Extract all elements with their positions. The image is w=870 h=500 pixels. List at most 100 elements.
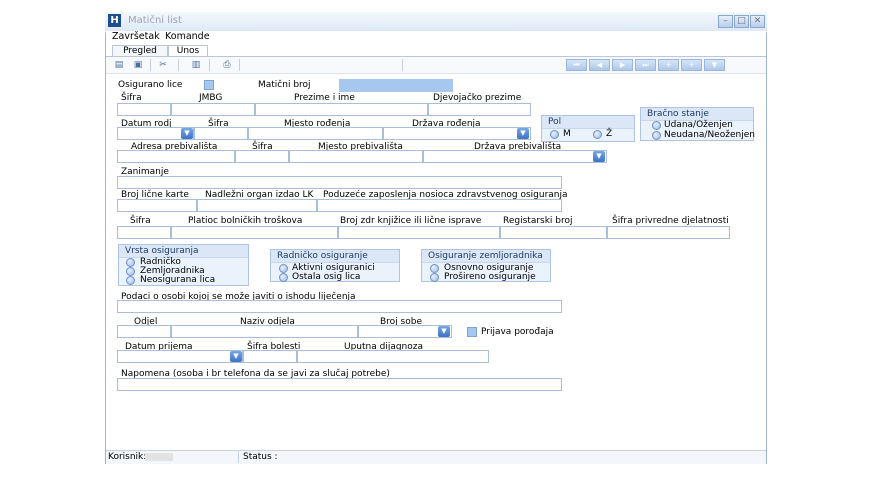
radio-icon[interactable] [593, 130, 602, 139]
minimize-button[interactable]: – [718, 15, 733, 28]
radio-icon[interactable] [550, 130, 559, 139]
chevron-down-icon[interactable]: ▼ [438, 326, 450, 337]
korisnik-label: Korisnik: [108, 452, 147, 462]
poduzece-field[interactable] [317, 199, 562, 212]
neosigurana-label: Neosigurana lica [140, 275, 216, 285]
nav-more-button[interactable]: ▼ [704, 59, 725, 71]
title-bar[interactable] [105, 12, 767, 33]
nav-first-button[interactable]: ⏮ [566, 59, 587, 71]
radio-icon[interactable] [279, 264, 288, 273]
radio-icon[interactable] [126, 267, 135, 276]
sifra-field[interactable] [117, 103, 171, 116]
platioc-field[interactable] [171, 226, 338, 239]
broj-zdr-field[interactable] [338, 226, 500, 239]
adresa-field[interactable] [117, 150, 235, 163]
radio-icon[interactable] [652, 131, 661, 140]
pol-title: Pol [542, 116, 634, 129]
broj-lk-field[interactable] [117, 199, 197, 212]
save-icon[interactable]: ▣ [133, 60, 143, 70]
radio-icon[interactable] [652, 121, 661, 130]
pol-m-label: M [563, 129, 571, 139]
djevojacko-field[interactable] [428, 103, 531, 116]
radio-icon[interactable] [279, 273, 288, 282]
close-button[interactable]: ✕ [750, 15, 765, 28]
sifra-djel-field[interactable] [607, 226, 730, 239]
sifra6-field[interactable] [117, 226, 171, 239]
odjel-field[interactable] [117, 325, 171, 338]
menu-komande[interactable]: Komande [165, 31, 210, 42]
sifra6-label: Šifra [130, 216, 151, 226]
app-logo-icon: H [108, 14, 121, 27]
toolbar-separator [239, 59, 240, 71]
datum-prijema-field[interactable] [117, 350, 243, 363]
cut-icon[interactable]: ✂ [158, 60, 168, 70]
osigurano-lice-checkbox[interactable] [204, 80, 214, 90]
korisnik-value [145, 453, 173, 461]
status-bar [106, 450, 766, 464]
sifra-label: Šifra [121, 93, 142, 103]
osigurano-lice-label: Osigurano lice [118, 80, 183, 90]
tab-pregled[interactable]: Pregled [112, 45, 168, 56]
osiguranje-zemljoradnika-title: Osiguranje zemljoradnika [422, 250, 550, 263]
toolbar-separator [402, 59, 403, 71]
chevron-down-icon[interactable]: ▼ [181, 128, 193, 139]
radio-icon[interactable] [430, 264, 439, 273]
broj-zdr-label: Broj zdr knjižice ili lične isprave [340, 216, 482, 226]
napomena-field[interactable] [117, 378, 562, 391]
prijava-porodaja-checkbox[interactable] [467, 327, 477, 337]
uputna-field[interactable] [297, 350, 489, 363]
naziv-odjela-field[interactable] [171, 325, 358, 338]
sifra3-field[interactable] [235, 150, 289, 163]
status-label: Status : [243, 452, 278, 462]
zanimanje-field[interactable] [117, 176, 562, 189]
toolbar-separator [178, 59, 179, 71]
drzava-rodjenja-field[interactable] [383, 127, 531, 140]
radio-icon[interactable] [126, 276, 135, 285]
nav-last-button[interactable]: ⏭ [635, 59, 656, 71]
platioc-label: Platioc bolničkih troškova [188, 216, 303, 226]
ostala-label: Ostala osig lica [292, 272, 361, 282]
podaci-field[interactable] [117, 300, 562, 313]
vrsta-osiguranja-title: Vrsta osiguranja [119, 245, 248, 258]
nav-prev-button[interactable]: ◀ [589, 59, 610, 71]
prezime-ime-label: Prezime i ime [294, 93, 355, 103]
registarski-label: Registarski broj [503, 216, 573, 226]
window-title: Matični list [128, 15, 182, 26]
udana-label: Udana/Oženjen [664, 120, 733, 130]
nav-insert-button[interactable]: + [681, 59, 702, 71]
radnicko-osiguranje-title: Radničko osiguranje [271, 250, 399, 263]
radio-icon[interactable] [126, 258, 135, 267]
maximize-button[interactable]: □ [734, 15, 749, 28]
print-icon[interactable]: ⎙ [222, 60, 232, 70]
delete-icon[interactable]: ▥ [191, 60, 201, 70]
maticni-broj-label: Matični broj [258, 80, 311, 90]
djevojacko-label: Djevojačko prezime [433, 93, 522, 103]
new-icon[interactable]: ▤ [114, 60, 124, 70]
nav-add-button[interactable]: + [658, 59, 679, 71]
menu-zavrsetak[interactable]: Završetak [112, 31, 160, 42]
maticni-broj-field[interactable] [339, 79, 453, 92]
mjesto-prebivalista-field[interactable] [289, 150, 423, 163]
nadlezni-field[interactable] [197, 199, 317, 212]
status-divider [238, 451, 239, 463]
drzava-prebivalista-field[interactable] [423, 150, 607, 163]
tab-unos[interactable]: Unos [168, 45, 208, 56]
chevron-down-icon[interactable]: ▼ [230, 351, 242, 362]
jmbg-label: JMBG [199, 93, 223, 103]
radio-icon[interactable] [430, 273, 439, 282]
pol-z-label: Ž [606, 129, 613, 139]
sifra-bolesti-field[interactable] [243, 350, 297, 363]
jmbg-field[interactable] [171, 103, 255, 116]
prosireno-label: Prošireno osiguranje [444, 272, 536, 282]
nav-next-button[interactable]: ▶ [612, 59, 633, 71]
mjesto-rodjenja-field[interactable] [248, 127, 383, 140]
toolbar-separator [150, 59, 151, 71]
registarski-field[interactable] [500, 226, 607, 239]
prijava-porodaja-label: Prijava porođaja [481, 327, 554, 337]
toolbar-separator [209, 59, 210, 71]
chevron-down-icon[interactable]: ▼ [593, 151, 605, 162]
prezime-ime-field[interactable] [255, 103, 428, 116]
sifra2-field[interactable] [194, 127, 248, 140]
chevron-down-icon[interactable]: ▼ [517, 128, 529, 139]
neudana-label: Neudana/Neoženjen [664, 130, 755, 140]
